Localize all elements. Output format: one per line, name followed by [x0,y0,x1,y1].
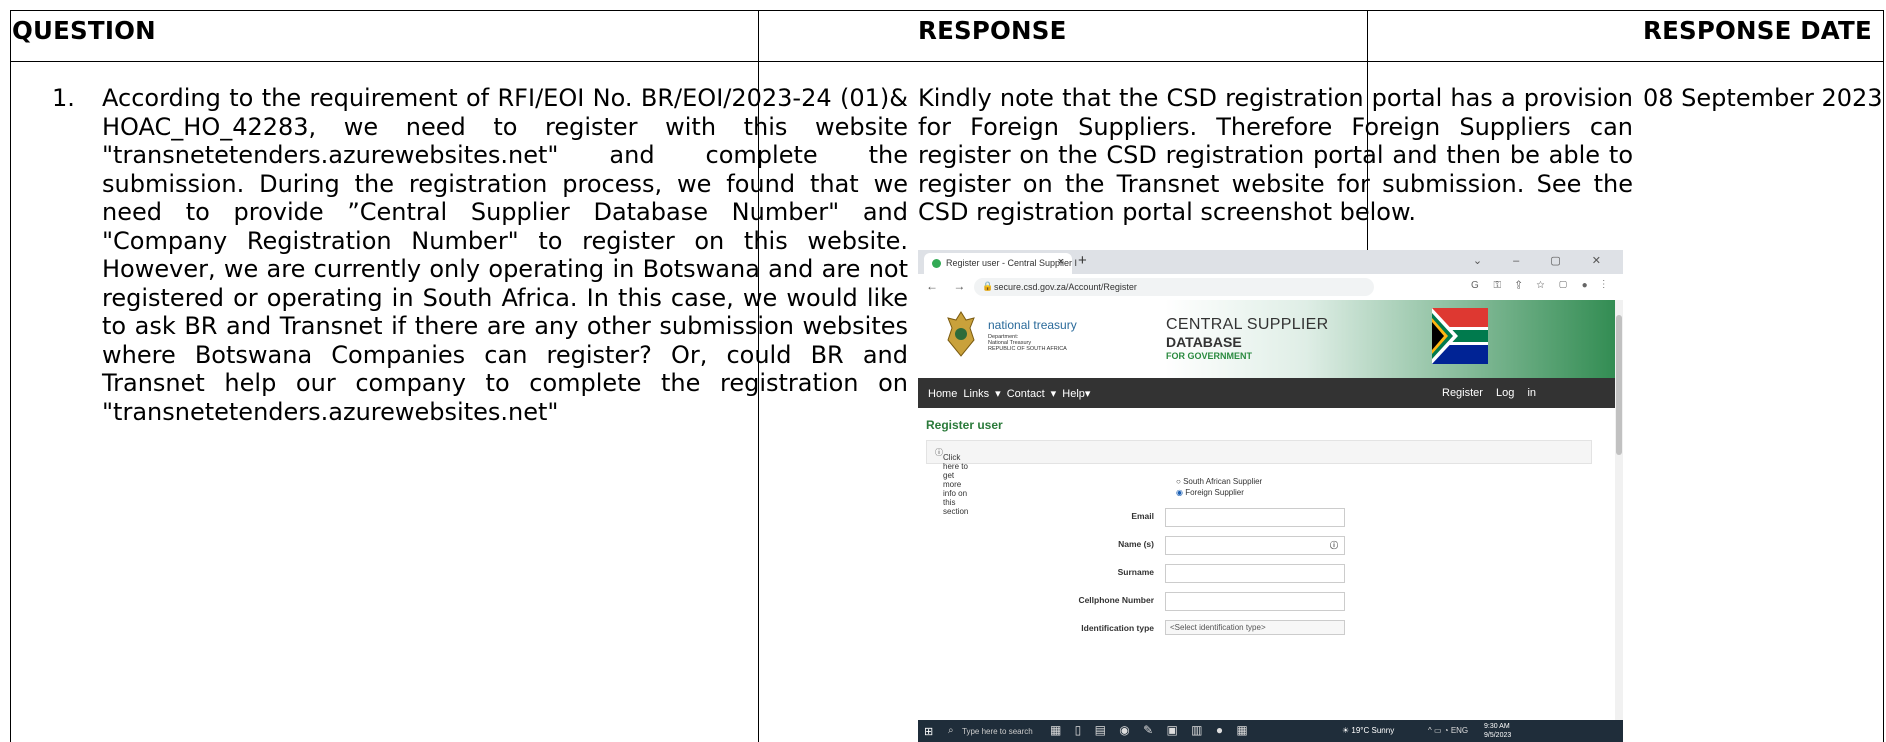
surname-field [1165,564,1345,583]
email-field [1165,508,1345,527]
response-text: Kindly note that the CSD registration po… [918,84,1633,226]
name-label: Name (s) [1118,539,1154,549]
window-controls-icon: ⌄ – ▢ ✕ [1472,255,1615,267]
question-number: 1. [52,84,75,112]
name-field: ⓘ [1165,536,1345,555]
taskbar-search: ⌕ Type here to search [948,725,1033,736]
windows-start-icon: ⊞ [924,726,934,738]
favicon-icon [932,259,941,268]
header-divider [11,61,1883,62]
csd-banner: national treasury Department: National T… [918,300,1623,378]
south-africa-flag-icon [1432,308,1488,364]
id-type-select: <Select identification type> [1165,620,1345,635]
csd-portal-screenshot: Register user - Central Supplier I × + ⌄… [918,250,1623,742]
banner-line-3: FOR GOVERNMENT [1166,351,1253,361]
new-tab-icon: + [1078,252,1087,269]
banner-line-1: CENTRAL SUPPLIER [1166,316,1329,333]
response-date: 08 September 2023 [1643,84,1883,112]
nav-auth-links: Register Log in [1442,387,1537,399]
windows-taskbar: ⊞ ⌕ Type here to search ▦ ▯ ▤ ◉ ✎ ▣ ▥ ● … [918,720,1623,742]
email-label: Email [1131,511,1154,521]
lock-icon: 🔒 [982,281,994,291]
weather-indicator: ☀ 19°C Sunny [1342,726,1395,735]
page-scrollbar [1615,300,1623,730]
system-tray-icons: ^ ▭ ◔ ENG [1428,726,1469,735]
site-navbar: Home Links ▾ Contact ▾ Help▾ Register Lo… [918,378,1623,408]
taskbar-apps-icons: ▦ ▯ ▤ ◉ ✎ ▣ ▥ ● ▦ [1050,723,1253,737]
register-title: Register user [926,418,1003,432]
browser-extension-icons: G ⚿ ⇪ ☆ ▢ ● ⋮ [1470,280,1611,291]
info-bar: ⓘ Click here to get more info on this se… [926,440,1592,516]
header-response: RESPONSE [918,16,1067,45]
info-icon: ⓘ [1330,541,1338,550]
address-bar: ← → C 🔒 secure.csd.gov.za/Account/Regist… [918,274,1623,301]
logo-subtitle: Department: National Treasury REPUBLIC O… [988,334,1067,352]
cellphone-label: Cellphone Number [1078,595,1154,605]
search-icon: ⌕ [948,725,954,736]
header-question: QUESTION [12,16,156,45]
browser-tab: Register user - Central Supplier I × [924,253,1077,274]
surname-label: Surname [1117,567,1154,577]
taskbar-clock: 9:30 AM 9/5/2023 [1484,723,1512,739]
nav-links: Home Links ▾ Contact ▾ Help▾ [928,388,1091,400]
banner-line-2: DATABASE [1166,334,1242,350]
header-response-date: RESPONSE DATE [1643,16,1872,45]
supplier-type-radios: ○ South African Supplier ◉ Foreign Suppl… [1176,477,1263,497]
question-text: According to the requirement of RFI/EOI … [102,84,908,426]
logo-title: national treasury [988,318,1077,332]
browser-tab-bar: Register user - Central Supplier I × + ⌄… [918,250,1623,274]
url-text: secure.csd.gov.za/Account/Register [994,282,1137,292]
url-box: 🔒 secure.csd.gov.za/Account/Register [974,278,1374,296]
coat-of-arms-icon [947,311,975,357]
cellphone-field [1165,592,1345,611]
id-type-label: Identification type [1081,623,1154,633]
close-icon: × [1057,256,1064,268]
